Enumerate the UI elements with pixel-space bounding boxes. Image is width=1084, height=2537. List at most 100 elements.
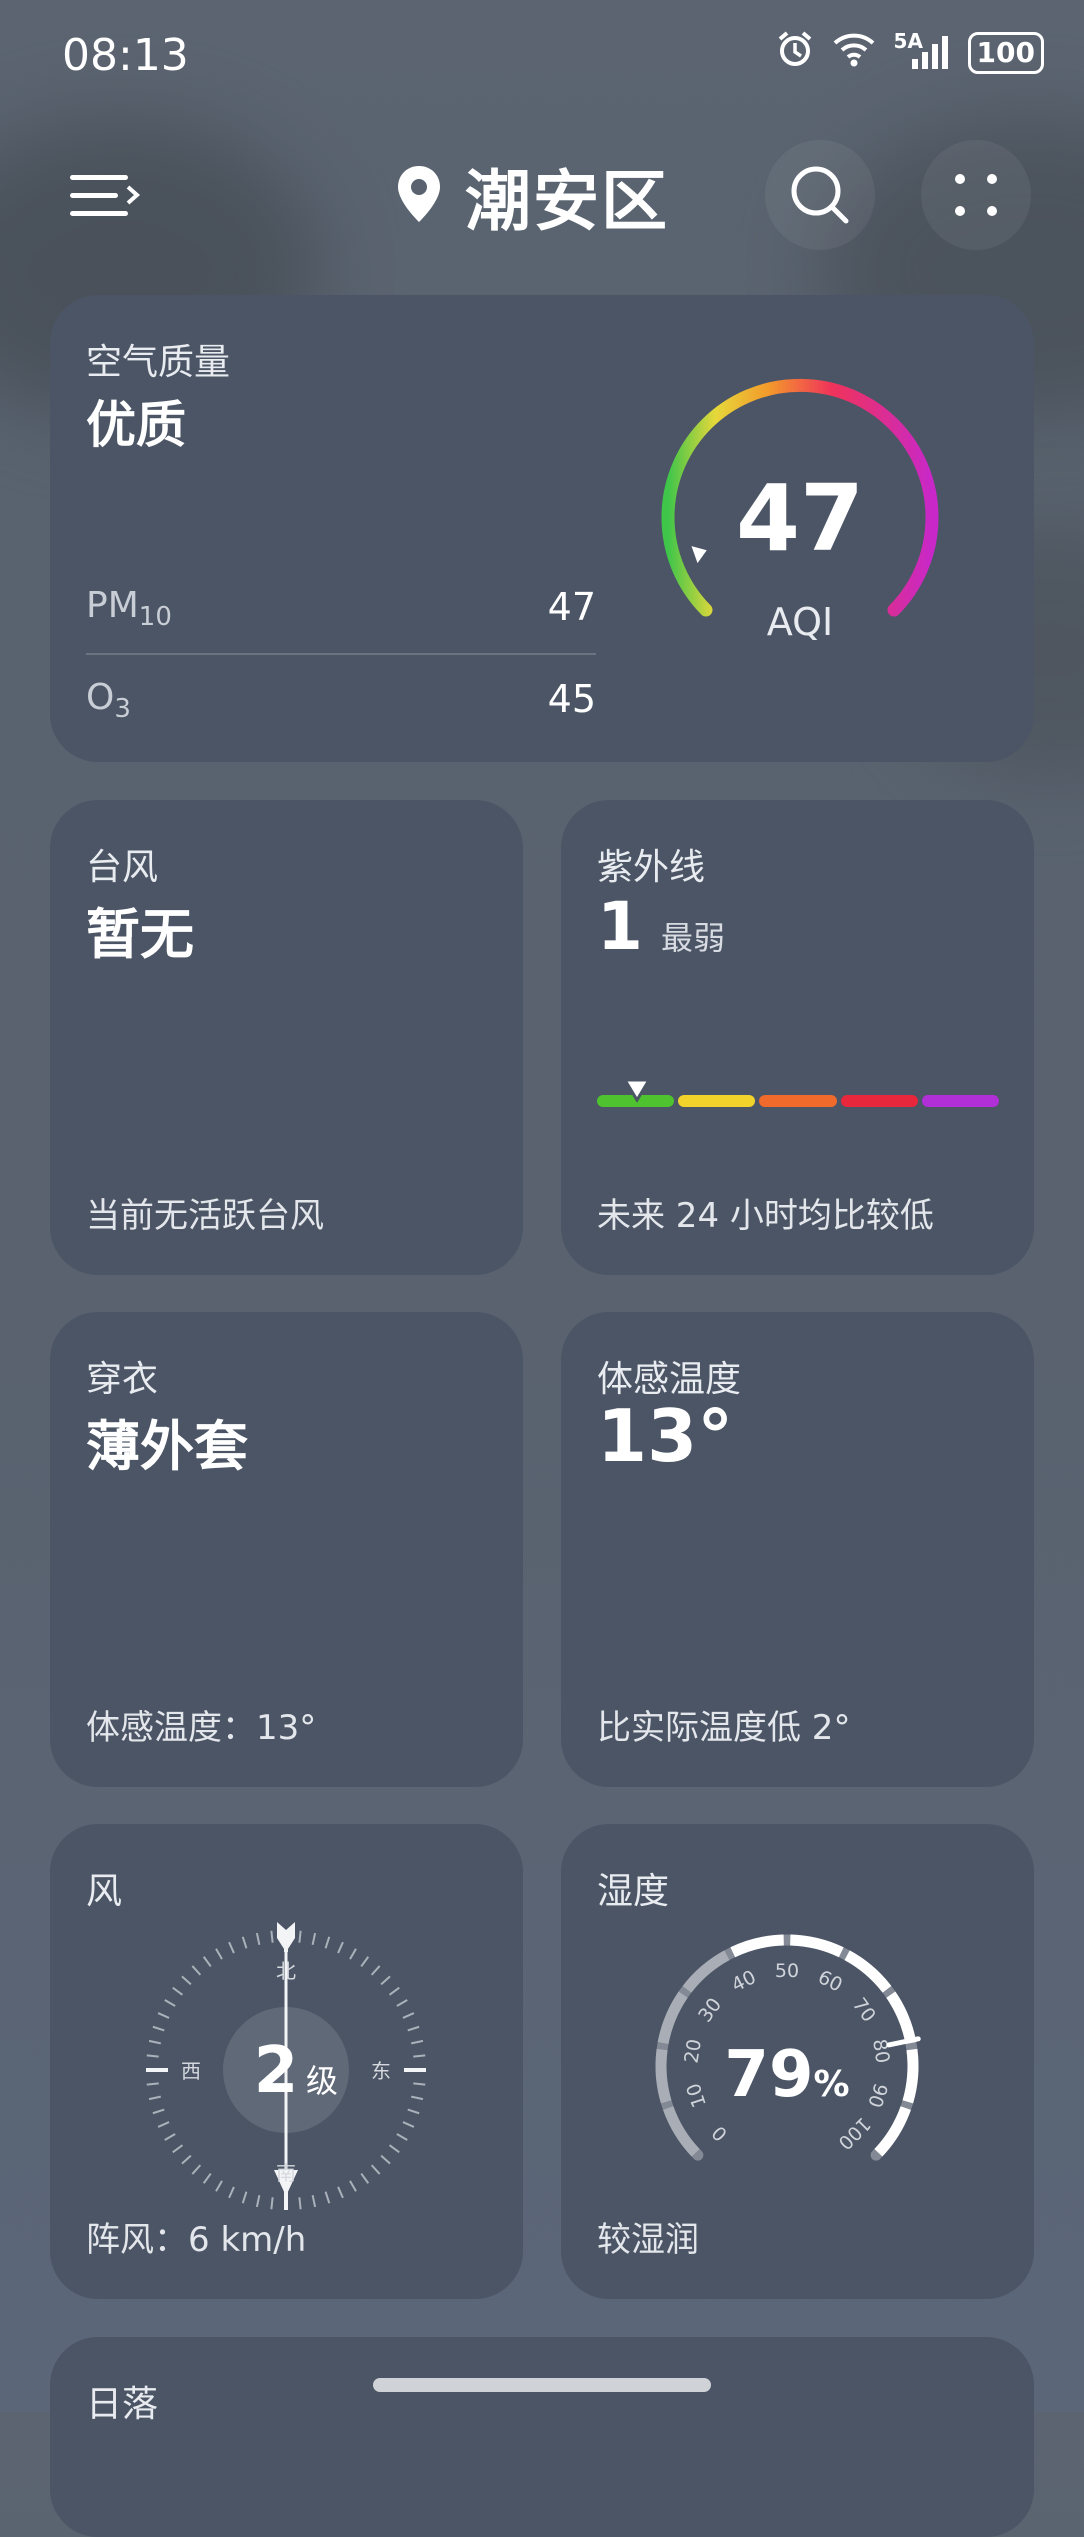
humidity-tick-label: 20 <box>680 2037 706 2064</box>
more-options-button[interactable] <box>921 140 1031 250</box>
compass-tick <box>360 1956 370 1968</box>
clothing-value: 薄外套 <box>86 1415 248 1478</box>
compass-tick <box>396 1999 408 2007</box>
compass-tick <box>380 2154 391 2165</box>
compass-tick <box>396 2133 408 2141</box>
wind-title: 风 <box>86 1871 123 1912</box>
humidity-tick-label: 90 <box>863 2080 891 2110</box>
signal-icon: 5A <box>894 29 950 71</box>
feels-like-value: 13° <box>597 1394 734 1478</box>
wind-gust-note: 阵风：6 km/h <box>86 2220 307 2260</box>
uv-reading: 1 最弱 <box>597 888 725 965</box>
compass-tick <box>380 1975 391 1986</box>
clothing-card[interactable]: 穿衣 薄外套 体感温度：13° <box>50 1312 523 1787</box>
menu-button[interactable] <box>70 165 140 225</box>
pollutant-value: 47 <box>547 585 596 629</box>
uv-scale-segment <box>759 1095 837 1107</box>
humidity-segment <box>682 1950 730 1993</box>
compass-north: 北 <box>276 1959 296 1983</box>
compass-tick <box>255 1932 261 1946</box>
compass-tick <box>215 2180 223 2192</box>
compass-tick <box>152 2108 165 2115</box>
compass-tick <box>388 1986 400 1996</box>
compass-tick <box>324 1936 331 1949</box>
uv-scale-segment <box>921 1095 999 1107</box>
compass-tick <box>241 1936 248 1949</box>
sunset-card[interactable]: 日落 <box>50 2337 1034 2537</box>
humidity-tick-label: 100 <box>834 2113 875 2154</box>
humidity-segment <box>844 1950 892 1993</box>
pollutant-row-o3: O3 45 <box>86 677 596 724</box>
typhoon-card[interactable]: 台风 暂无 当前无活跃台风 <box>50 800 523 1275</box>
compass-tick <box>255 2194 261 2208</box>
pollutant-row-pm10: PM10 47 <box>86 585 596 632</box>
typhoon-title: 台风 <box>86 847 159 888</box>
wind-tail-icon <box>277 1922 295 1952</box>
compass-tick <box>164 1999 176 2007</box>
humidity-segment <box>790 1934 844 1958</box>
feels-like-card[interactable]: 体感温度 13° 比实际温度低 2° <box>561 1312 1034 1787</box>
compass-tick <box>148 2095 162 2101</box>
compass-tick <box>152 2025 165 2032</box>
pollutant-label: O <box>86 677 115 718</box>
clothing-note: 体感温度：13° <box>86 1708 317 1748</box>
uv-note: 未来 24 小时均比较低 <box>597 1196 934 1236</box>
compass-tick <box>370 1965 381 1976</box>
uv-value: 1 <box>597 888 643 965</box>
feels-like-note: 比实际温度低 2° <box>597 1708 851 1748</box>
compass-tick <box>191 1965 202 1976</box>
compass-south: 南 <box>276 2161 296 2185</box>
uv-level: 最弱 <box>660 919 725 957</box>
compass-tick <box>164 2133 176 2141</box>
compass-tick <box>311 1932 317 1946</box>
pollutant-label-sub: 3 <box>114 694 131 725</box>
compass-tick <box>146 2082 159 2086</box>
compass-tick <box>337 2186 344 2199</box>
wind-card[interactable]: 风 北 南 东 西 2 级 阵风：6 km/h <box>50 1824 523 2299</box>
compass-tick <box>413 2082 426 2086</box>
battery-indicator: 100 <box>967 31 1044 74</box>
aqi-value: 47 <box>736 465 864 572</box>
humidity-segment <box>657 1991 688 2045</box>
humidity-card[interactable]: 湿度 0 10 20 30 40 50 60 70 80 90 100 79% 较湿润 <box>561 1824 1034 2299</box>
location-selector[interactable]: 潮安区 <box>395 148 669 244</box>
humidity-tick-label: 10 <box>682 2080 710 2110</box>
humidity-tick-label: 60 <box>814 1966 846 1997</box>
search-button[interactable] <box>765 140 875 250</box>
compass-tick <box>298 2197 302 2210</box>
compass-tick <box>324 2191 331 2204</box>
humidity-tick-label: 70 <box>848 1994 880 2026</box>
top-bar: 潮安区 <box>0 140 1084 250</box>
wind-compass: 北 南 东 西 2 级 <box>146 1922 426 2210</box>
compass-tick <box>146 2054 159 2058</box>
compass-tick <box>407 2108 420 2115</box>
compass-tick <box>413 2054 426 2058</box>
clothing-title: 穿衣 <box>86 1359 159 1400</box>
typhoon-note: 当前无活跃台风 <box>86 1196 324 1236</box>
compass-tick <box>270 1930 274 1943</box>
compass-tick <box>202 1956 212 1968</box>
uv-card[interactable]: 紫外线 1 最弱 未来 24 小时均比较低 <box>561 800 1034 1275</box>
status-time: 08:13 <box>62 30 189 81</box>
humidity-segment <box>886 1991 917 2045</box>
pollutant-value: 45 <box>547 677 596 721</box>
humidity-tick-label: 0 <box>708 2121 732 2145</box>
air-quality-card[interactable]: 空气质量 优质 PM10 47 O3 45 47 AQI <box>50 295 1034 762</box>
home-gesture-bar[interactable] <box>373 2378 711 2392</box>
air-quality-title: 空气质量 <box>86 342 231 383</box>
compass-tick <box>311 2194 317 2208</box>
compass-tick <box>172 2144 184 2154</box>
status-bar: 08:13 5A 100 <box>0 0 1084 110</box>
compass-tick <box>410 2039 424 2045</box>
compass-west: 西 <box>181 2059 201 2083</box>
air-quality-level: 优质 <box>86 396 186 454</box>
compass-tick <box>407 2025 420 2032</box>
location-pin-icon <box>395 164 443 228</box>
pollutant-label-sub: 10 <box>138 602 172 633</box>
more-dots-icon <box>955 174 997 216</box>
location-name: 潮安区 <box>465 163 669 240</box>
compass-tick <box>402 2121 415 2128</box>
aqi-label: AQI <box>767 600 833 644</box>
humidity-value: 79 <box>724 2038 813 2112</box>
sunset-title: 日落 <box>86 2384 159 2425</box>
